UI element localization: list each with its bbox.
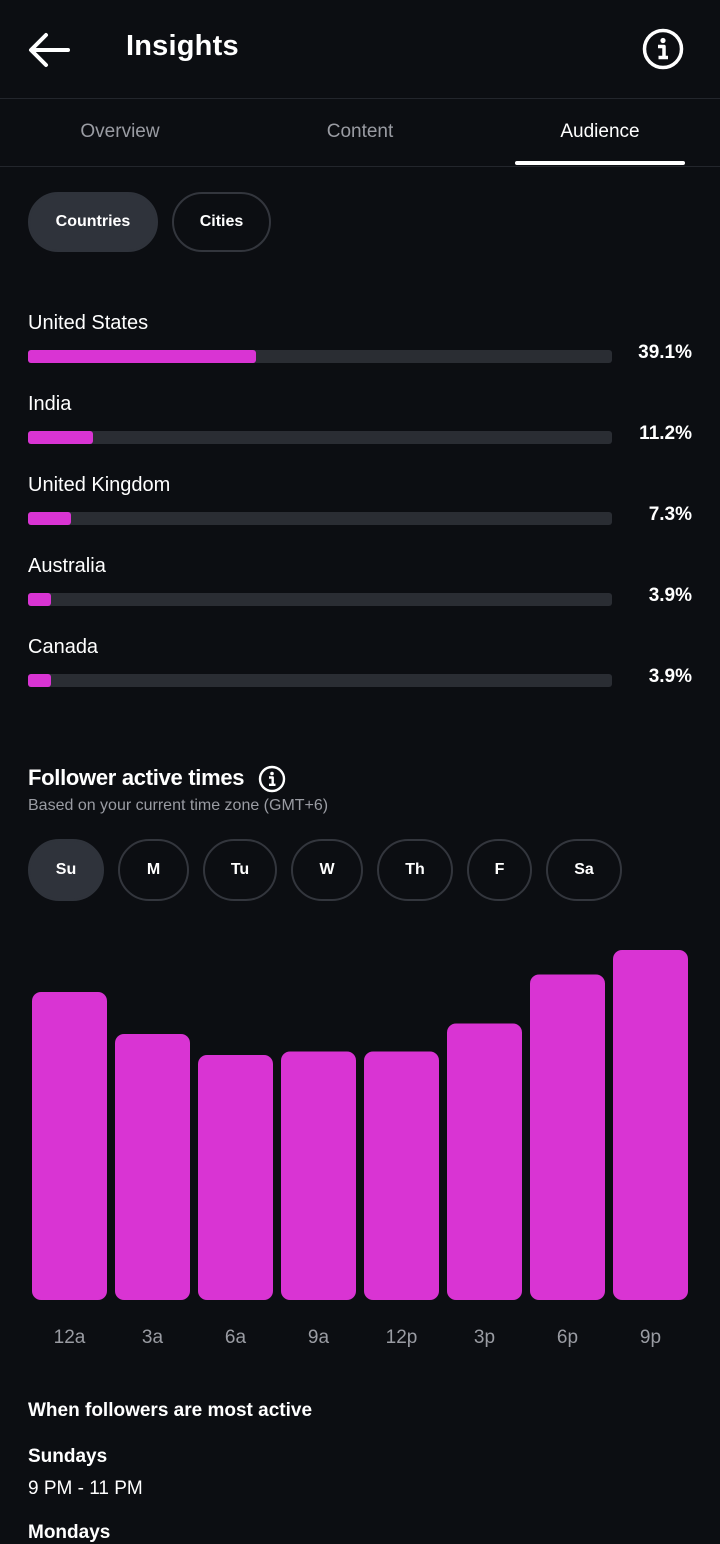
active-times-title: Follower active times: [28, 765, 245, 790]
country-percent: 11.2%: [639, 423, 692, 444]
tab-overview[interactable]: Overview: [0, 99, 240, 166]
country-bar-track: [28, 512, 612, 525]
tab-content[interactable]: Content: [240, 99, 480, 166]
chart-bar[interactable]: [364, 1051, 439, 1301]
chart-x-tick-label: 6p: [557, 1327, 578, 1348]
page-title: Insights: [126, 30, 239, 62]
country-bar-fill: [28, 431, 93, 444]
day-chip-tu[interactable]: Tu: [203, 839, 277, 901]
info-circle-icon: [642, 28, 684, 70]
day-chip-f[interactable]: F: [467, 839, 532, 901]
country-bar-track: [28, 593, 612, 606]
chart-x-tick-label: 3a: [142, 1327, 164, 1348]
chart-bar[interactable]: [530, 974, 605, 1301]
country-row: India 11.2%: [28, 393, 692, 463]
back-button[interactable]: [26, 30, 72, 70]
tab-audience[interactable]: Audience: [480, 99, 720, 166]
chart-x-tick-label: 3p: [474, 1327, 495, 1348]
day-chip-m[interactable]: M: [118, 839, 189, 901]
countries-chip[interactable]: Countries: [28, 192, 158, 252]
chart-bar[interactable]: [613, 950, 688, 1300]
day-chip-w[interactable]: W: [291, 839, 363, 901]
country-name: United States: [28, 312, 149, 334]
chart-bar[interactable]: [115, 1034, 190, 1300]
chart-bar[interactable]: [447, 1023, 522, 1301]
cities-chip[interactable]: Cities: [172, 192, 271, 252]
info-circle-icon: [258, 765, 286, 793]
info-button[interactable]: [641, 27, 685, 71]
arrow-left-icon: [29, 33, 70, 67]
country-bar-fill: [28, 674, 51, 687]
country-bar-fill: [28, 350, 256, 363]
country-name: Australia: [28, 555, 106, 577]
country-percent: 7.3%: [648, 504, 692, 525]
chart-bar[interactable]: [198, 1055, 273, 1300]
country-percent: 3.9%: [648, 666, 692, 687]
chart-x-tick-label: 6a: [225, 1327, 247, 1348]
country-percent: 3.9%: [648, 585, 692, 606]
chart-x-tick-label: 9p: [640, 1327, 661, 1348]
country-bar-track: [28, 674, 612, 687]
country-name: United Kingdom: [28, 474, 171, 496]
country-name: India: [28, 393, 72, 415]
active-times-info-button[interactable]: [258, 765, 286, 793]
most-active-time: 9 PM - 11 PM: [28, 1478, 143, 1499]
country-name: Canada: [28, 636, 99, 658]
active-tab-indicator: [515, 161, 685, 165]
chart-x-tick-label: 9a: [308, 1327, 330, 1348]
active-times-bar-chart: 12a 3a 6a 9a 12p 3p 6p 9p: [32, 950, 688, 1348]
country-bar-fill: [28, 512, 71, 525]
most-active-day: Sundays: [28, 1446, 108, 1467]
country-row: Canada 3.9%: [28, 636, 692, 706]
country-row: Australia 3.9%: [28, 555, 692, 625]
country-percent: 39.1%: [638, 342, 692, 363]
chart-bar[interactable]: [32, 992, 107, 1300]
active-times-chart: 12a 3a 6a 9a 12p 3p 6p 9p: [0, 930, 720, 1360]
country-bar-track: [28, 431, 612, 444]
country-bar-fill: [28, 593, 51, 606]
day-chip-su[interactable]: Su: [28, 839, 104, 901]
time-zone-note: Based on your current time zone (GMT+6): [28, 797, 329, 814]
most-active-title: When followers are most active: [28, 1400, 313, 1421]
country-row: United Kingdom 7.3%: [28, 474, 692, 544]
top-app-bar: Insights: [0, 0, 720, 99]
tab-bar: Overview Content Audience: [0, 99, 720, 167]
chart-x-tick-label: 12a: [54, 1327, 86, 1348]
day-chip-sa[interactable]: Sa: [546, 839, 622, 901]
day-chip-th[interactable]: Th: [377, 839, 453, 901]
country-row: United States 39.1%: [28, 312, 692, 382]
chart-x-tick-label: 12p: [386, 1327, 418, 1348]
chart-bar[interactable]: [281, 1051, 356, 1301]
country-bar-track: [28, 350, 612, 363]
